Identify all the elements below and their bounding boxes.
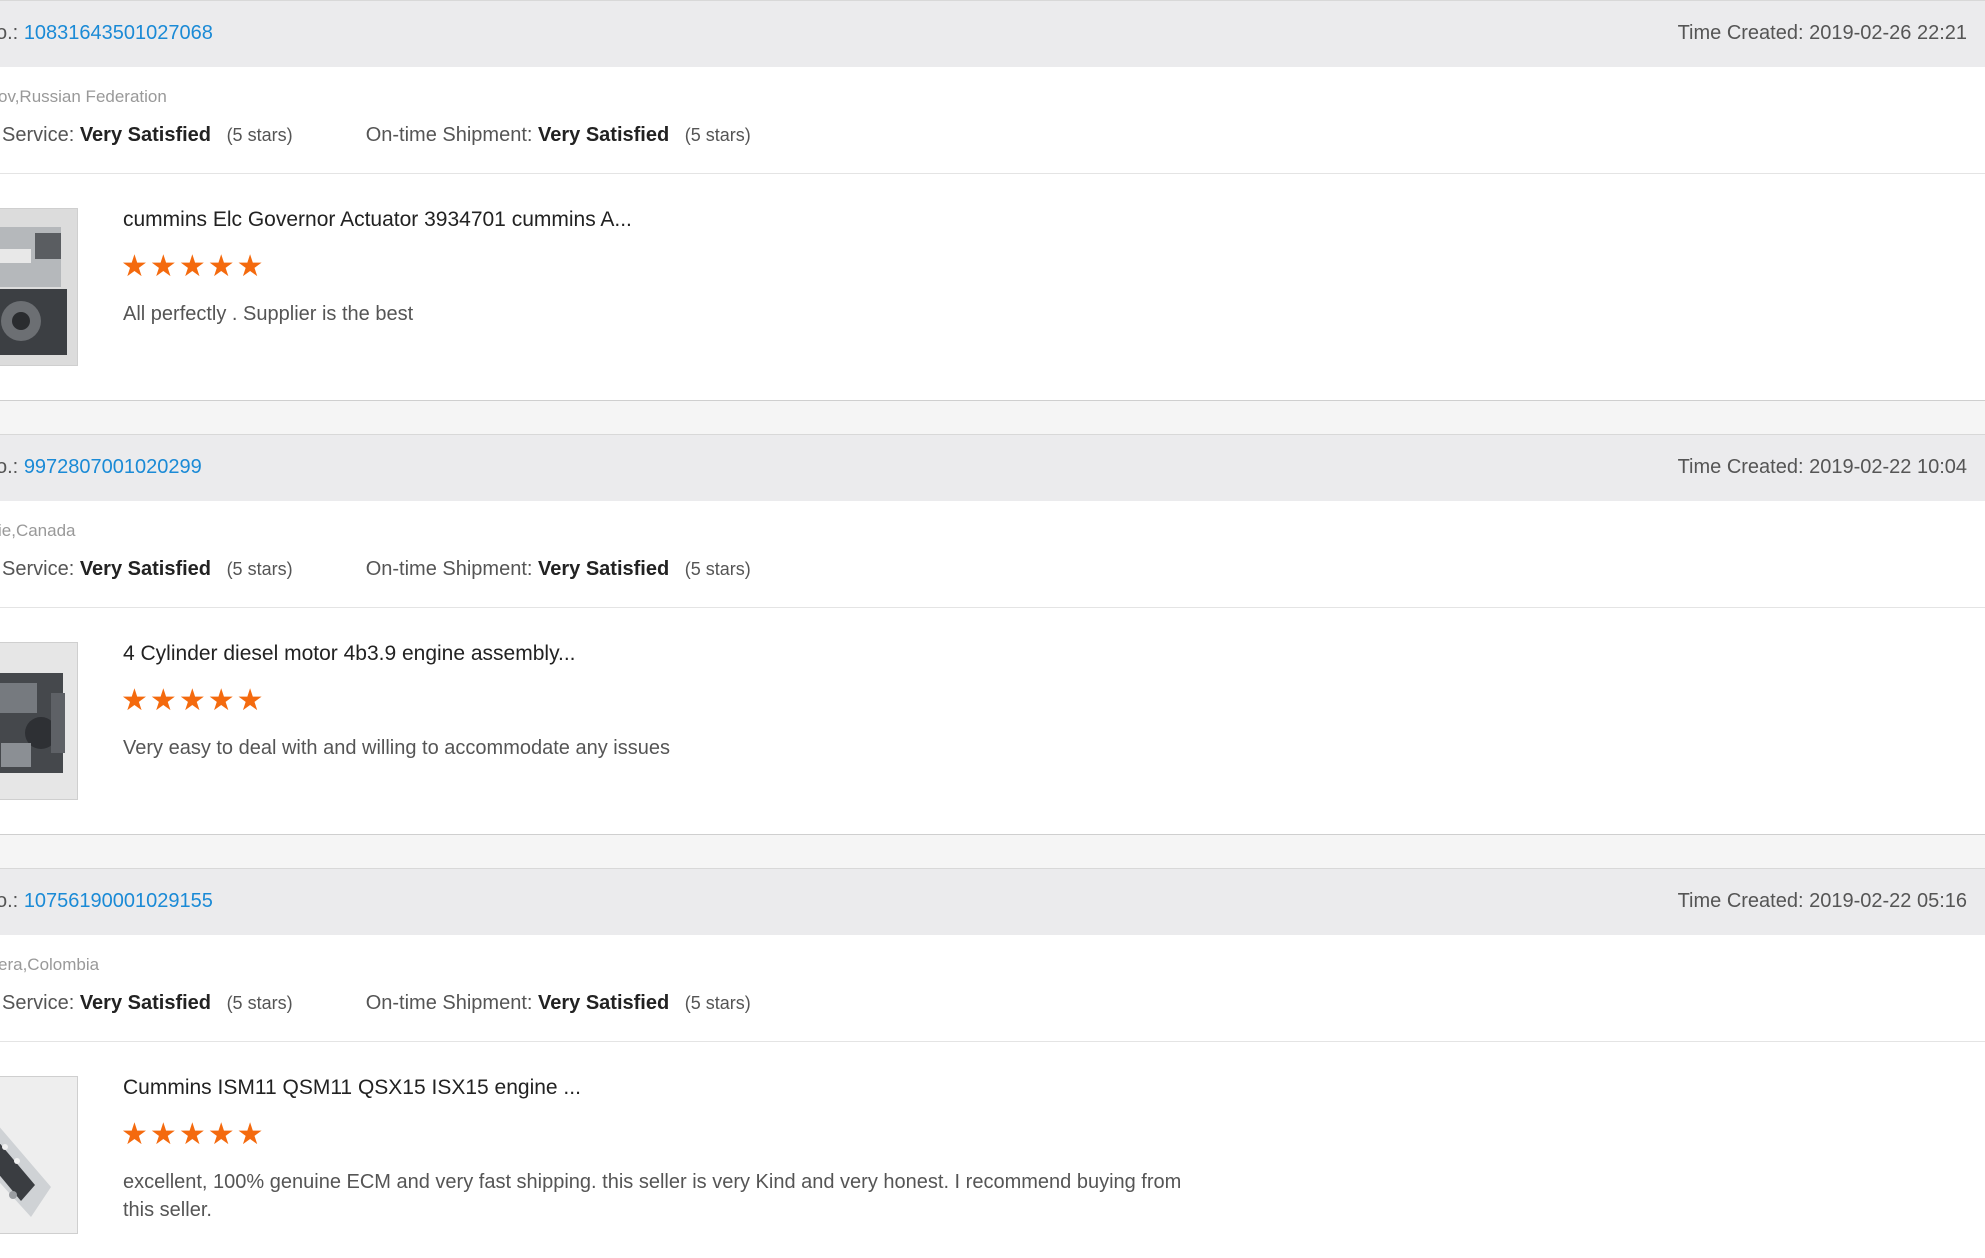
shipment-label: On-time Shipment:: [365, 992, 533, 1014]
service-stars-text: (5 stars): [226, 559, 293, 579]
service-label: Service:: [2, 558, 75, 580]
shipment-stars-text: (5 stars): [684, 559, 751, 579]
star-icon: ★: [149, 684, 178, 717]
shipment-label: On-time Shipment:: [365, 124, 533, 146]
order-label: o.:: [0, 22, 19, 44]
order-number-link[interactable]: 10756190001029155: [24, 890, 213, 912]
product-title[interactable]: Cummins ISM11 QSM11 QSX15 ISX15 engine .…: [123, 1076, 581, 1100]
review-comment: All perfectly . Supplier is the best: [123, 303, 414, 325]
product-thumbnail[interactable]: [0, 642, 78, 800]
time-created: Time Created: 2019-02-22 05:16: [1677, 890, 1967, 912]
product-thumbnail[interactable]: [0, 1076, 78, 1234]
order-number-link[interactable]: 9972807001020299: [24, 456, 202, 478]
divider: [0, 173, 1985, 174]
star-icon: ★: [149, 250, 178, 283]
shipment-value: Very Satisfied: [538, 992, 670, 1014]
star-icon: ★: [149, 1118, 178, 1151]
divider: [0, 1041, 1985, 1042]
review-item: o.: 9972807001020299 Time Created: 2019-…: [0, 434, 1985, 868]
service-stars-text: (5 stars): [226, 993, 293, 1013]
star-icon: ★: [121, 250, 149, 283]
shipment-label: On-time Shipment:: [365, 558, 533, 580]
star-icon: ★: [121, 684, 149, 717]
seller-ratings: Service: Very Satisfied (5 stars) On-tim…: [2, 124, 751, 147]
order-header: o.: 10831643501027068 Time Created: 2019…: [0, 0, 1985, 67]
order-label: o.:: [0, 890, 19, 912]
time-created: Time Created: 2019-02-26 22:21: [1677, 22, 1967, 44]
star-icon: ★: [236, 684, 265, 717]
service-value: Very Satisfied: [79, 124, 211, 146]
buyer-location: ov,Russian Federation: [0, 87, 167, 106]
review-stars: ★★★★★: [121, 251, 266, 283]
star-icon: ★: [207, 684, 236, 717]
order-header: o.: 9972807001020299 Time Created: 2019-…: [0, 434, 1985, 501]
star-icon: ★: [121, 1118, 149, 1151]
star-icon: ★: [236, 250, 265, 283]
shipment-value: Very Satisfied: [538, 558, 670, 580]
shipment-stars-text: (5 stars): [684, 993, 751, 1013]
star-icon: ★: [178, 1118, 207, 1151]
service-label: Service:: [2, 992, 75, 1014]
star-icon: ★: [178, 250, 207, 283]
order-header: o.: 10756190001029155 Time Created: 2019…: [0, 868, 1985, 935]
review-stars: ★★★★★: [121, 1119, 266, 1151]
order-number-link[interactable]: 10831643501027068: [24, 22, 213, 44]
review-comment: excellent, 100% genuine ECM and very fas…: [123, 1171, 1182, 1221]
review-stars: ★★★★★: [121, 685, 266, 717]
product-thumbnail[interactable]: [0, 208, 78, 366]
service-stars-text: (5 stars): [226, 125, 293, 145]
star-icon: ★: [178, 684, 207, 717]
review-item: o.: 10831643501027068 Time Created: 2019…: [0, 0, 1985, 434]
service-label: Service:: [2, 124, 75, 146]
shipment-value: Very Satisfied: [538, 124, 670, 146]
divider: [0, 607, 1985, 608]
star-icon: ★: [236, 1118, 265, 1151]
product-title[interactable]: 4 Cylinder diesel motor 4b3.9 engine ass…: [123, 642, 576, 666]
time-created: Time Created: 2019-02-22 10:04: [1677, 456, 1967, 478]
seller-ratings: Service: Very Satisfied (5 stars) On-tim…: [2, 992, 751, 1015]
product-title[interactable]: cummins Elc Governor Actuator 3934701 cu…: [123, 208, 632, 232]
review-comment: Very easy to deal with and willing to ac…: [123, 737, 670, 759]
service-value: Very Satisfied: [79, 992, 211, 1014]
shipment-stars-text: (5 stars): [684, 125, 751, 145]
service-value: Very Satisfied: [79, 558, 211, 580]
star-icon: ★: [207, 250, 236, 283]
star-icon: ★: [207, 1118, 236, 1151]
buyer-location: era,Colombia: [0, 955, 100, 974]
seller-ratings: Service: Very Satisfied (5 stars) On-tim…: [2, 558, 751, 581]
buyer-location: ie,Canada: [0, 521, 76, 540]
order-label: o.:: [0, 456, 19, 478]
review-item: o.: 10756190001029155 Time Created: 2019…: [0, 868, 1985, 1258]
